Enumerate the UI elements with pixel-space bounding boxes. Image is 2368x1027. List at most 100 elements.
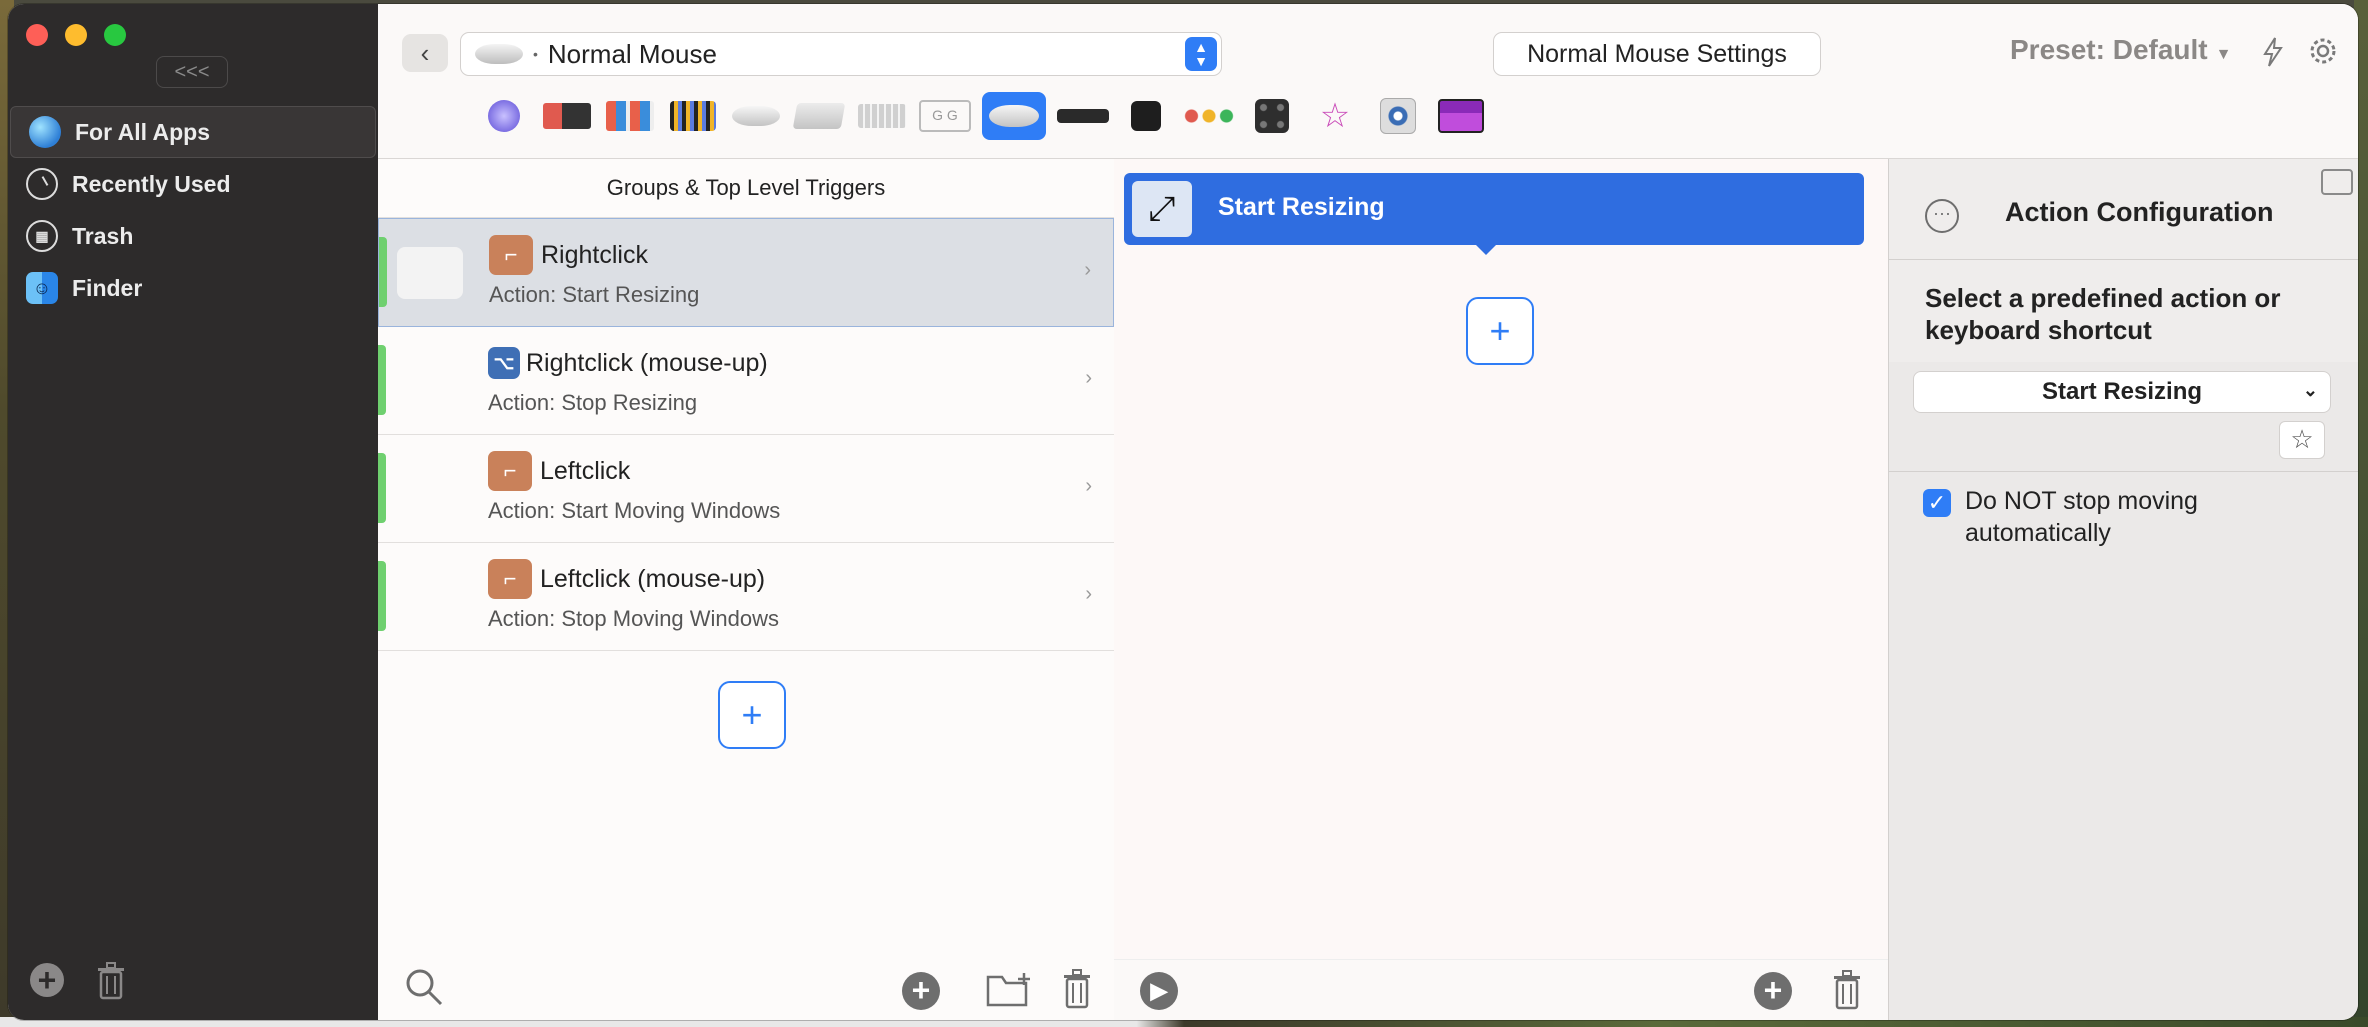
actions-panel: ⤢ Start Resizing + ▶ + [1114, 159, 1888, 1020]
favorite-star-button[interactable]: ☆ [2279, 421, 2325, 459]
predefined-action-prompt: Select a predefined action or keyboard s… [1889, 260, 2358, 362]
chevron-right-icon: › [1085, 367, 1092, 389]
trigger-action: Action: Start Resizing [489, 282, 700, 307]
trackpad-device-icon[interactable] [792, 96, 846, 136]
search-icon[interactable] [404, 967, 444, 1007]
enabled-indicator [378, 561, 386, 631]
keyboard-shortcut-device-icon[interactable] [604, 96, 656, 136]
do-not-stop-moving-checkbox[interactable]: ✓ [1923, 489, 1951, 517]
trigger-action: Action: Stop Resizing [488, 390, 698, 415]
magic-star-device-icon[interactable]: ☆ [1309, 96, 1361, 136]
enabled-indicator [378, 453, 386, 523]
mouse-click-icon: ⌐ [488, 559, 532, 599]
sidebar-item-label: For All Apps [75, 118, 211, 145]
toolbar: ‹ • Normal Mouse ▲ ▼ Normal Mouse Setting… [378, 4, 2358, 159]
action-configuration-panel: ··· Action Configuration Select a predef… [1888, 159, 2358, 1020]
keyboard-device-icon[interactable] [856, 96, 908, 136]
clock-icon [26, 168, 58, 200]
detach-window-icon[interactable] [2321, 169, 2353, 195]
config-header: ··· Action Configuration [1889, 159, 2358, 260]
chevron-right-icon: › [1084, 259, 1091, 281]
sidebar-item-finder[interactable]: ☺ Finder [8, 262, 378, 314]
add-action-button[interactable]: + [1466, 297, 1534, 365]
action-label: Start Resizing [1218, 193, 1385, 221]
add-trigger-button[interactable]: + [718, 681, 786, 749]
config-title: Action Configuration [2005, 197, 2274, 227]
trash-icon: ▦ [26, 220, 58, 252]
trigger-row-leftclick-mouse-up[interactable]: ⌐ Leftclick (mouse-up) Action: Stop Movi… [378, 543, 1114, 651]
other-device-icon[interactable] [1372, 96, 1424, 136]
lightning-icon[interactable] [2260, 36, 2286, 68]
sidebar-item-label: Trash [72, 222, 134, 249]
play-icon[interactable]: ▶ [1140, 972, 1178, 1010]
mouse-icon [475, 44, 523, 64]
checkbox-label: Do NOT stop moving automatically [1965, 487, 2198, 547]
magic-mouse-device-icon[interactable] [730, 96, 782, 136]
trackpad-window-device-icon[interactable] [541, 96, 593, 136]
sidebar-item-label: Finder [72, 274, 143, 301]
preset-label: Preset: Default [2010, 34, 2208, 65]
device-settings-button[interactable]: Normal Mouse Settings [1493, 32, 1821, 76]
triggers-panel: Groups & Top Level Triggers ⌐ Rightclick… [378, 159, 1115, 1020]
predefined-action-select[interactable]: Start Resizing ⌄ [1913, 371, 2331, 413]
chevron-down-icon: ⌄ [2302, 380, 2318, 400]
trigger-title: Leftclick [540, 457, 631, 485]
trigger-row-rightclick-mouse-up[interactable]: ⌥ Rightclick (mouse-up) Action: Stop Res… [378, 327, 1114, 435]
sidebar-item-label: Recently Used [72, 170, 231, 197]
sidebar-item-for-all-apps[interactable]: For All Apps [10, 106, 376, 158]
divider [1889, 471, 2358, 472]
stream-deck-device-icon[interactable] [667, 96, 719, 136]
sidebar: <<< For All Apps Recently Used ▦ Trash ☺… [8, 4, 379, 1020]
delete-trigger-trash-icon[interactable] [1062, 969, 1092, 1009]
add-trigger-circle-button[interactable]: + [902, 972, 940, 1010]
trigger-title: Leftclick (mouse-up) [540, 565, 766, 593]
sidebar-item-recently-used[interactable]: Recently Used [8, 158, 378, 210]
resize-arrows-icon: ⤢ [1132, 181, 1192, 237]
back-button[interactable]: ‹ [402, 34, 448, 72]
collapse-sidebar-button[interactable]: <<< [156, 56, 228, 88]
selected-action-value: Start Resizing [2041, 378, 2203, 405]
add-app-button[interactable]: + [30, 963, 64, 997]
new-folder-icon[interactable] [986, 971, 1034, 1009]
automation-device-icon[interactable] [1183, 96, 1235, 136]
trigger-thumbnail [397, 247, 463, 299]
siri-remote-device-icon[interactable] [1057, 96, 1109, 136]
preset-selector[interactable]: Preset: Default ▼ [2010, 34, 2231, 66]
sidebar-item-trash[interactable]: ▦ Trash [8, 210, 378, 262]
action-item-start-resizing[interactable]: ⤢ Start Resizing [1124, 173, 1864, 255]
device-type-bar: G G ☆ [478, 92, 1498, 140]
key-sequence-device-icon[interactable]: G G [919, 96, 971, 136]
trigger-row-rightclick[interactable]: ⌐ Rightclick Action: Start Resizing › [378, 218, 1114, 327]
trigger-title: Rightclick (mouse-up) [526, 349, 768, 377]
drawing-tablet-device-icon[interactable] [1120, 96, 1172, 136]
gear-icon[interactable] [2306, 34, 2340, 68]
add-action-circle-button[interactable]: + [1754, 972, 1792, 1010]
midi-device-icon[interactable] [1246, 96, 1298, 136]
trigger-action: Action: Start Moving Windows [488, 498, 781, 523]
chevron-right-icon: › [1085, 475, 1092, 497]
chevron-updown-icon[interactable]: ▲ ▼ [1185, 37, 1217, 71]
minimize-window-button[interactable] [65, 24, 87, 46]
app-window: <<< For All Apps Recently Used ▦ Trash ☺… [8, 4, 2358, 1020]
app-list: For All Apps Recently Used ▦ Trash ☺ Fin… [8, 106, 378, 314]
trigger-row-leftclick[interactable]: ⌐ Leftclick Action: Start Moving Windows… [378, 435, 1114, 543]
menubar-device-icon[interactable] [1435, 96, 1487, 136]
delete-app-trash-icon[interactable] [96, 962, 126, 1000]
trigger-action: Action: Stop Moving Windows [488, 606, 780, 631]
touch-bar-device-icon[interactable] [478, 96, 530, 136]
delete-action-trash-icon[interactable] [1832, 970, 1862, 1010]
device-selector[interactable]: • Normal Mouse ▲ ▼ [460, 32, 1222, 76]
enabled-indicator [379, 237, 387, 307]
normal-mouse-device-icon[interactable] [982, 92, 1046, 140]
separator-dot: • [533, 46, 538, 62]
triggers-header: Groups & Top Level Triggers [378, 159, 1114, 218]
chevron-right-icon: › [1085, 583, 1092, 605]
option-key-icon: ⌥ [488, 347, 520, 379]
mouse-click-icon: ⌐ [488, 451, 532, 491]
ellipsis-icon[interactable]: ··· [1925, 199, 1959, 233]
close-window-button[interactable] [26, 24, 48, 46]
globe-icon [29, 116, 61, 148]
zoom-window-button[interactable] [104, 24, 126, 46]
device-name: Normal Mouse [547, 38, 717, 69]
caret-down-icon: ▼ [2215, 46, 2232, 63]
